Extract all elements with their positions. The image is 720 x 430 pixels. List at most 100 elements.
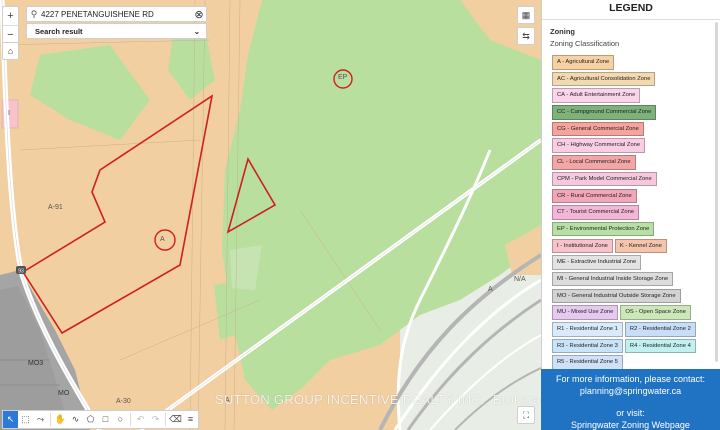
legend-item: A - Agricultural Zone: [552, 55, 615, 70]
legend-item: CL - Local Commercial Zone: [552, 155, 636, 170]
rectangle-tool-button[interactable]: □: [98, 411, 113, 428]
search-result-dropdown[interactable]: Search result ⌄: [26, 23, 207, 39]
svg-text:93: 93: [18, 269, 24, 275]
zone-label-a-right: A: [488, 286, 493, 293]
legend-item: R5 - Residential Zone 5: [552, 355, 623, 369]
clear-search-icon[interactable]: ⊗: [192, 8, 206, 21]
settings-icon: ≡: [187, 414, 194, 424]
swap-icon: ⇆: [522, 31, 530, 41]
legend-item: MO - General Industrial Outside Storage …: [552, 288, 681, 304]
legend-item: EP - Environmental Protection Zone: [552, 221, 655, 237]
search-result-label: Search result: [35, 26, 83, 36]
legend-item: CT - Tourist Commercial Zone: [552, 205, 640, 220]
map-canvas[interactable]: 93: [0, 0, 541, 430]
undo-icon: ↶: [136, 414, 145, 424]
legend-item: CC - Campground Commercial Zone: [552, 105, 657, 120]
legend-row: ME - Extractive Industrial Zone: [552, 255, 704, 272]
drawing-toolbar: ↖ ⬚ ⤳ ✋ ∿ ⬠ □ ○ ↶ ↷ ⌫ ≡: [2, 410, 199, 429]
legend-row: CC - Campground Commercial Zone: [552, 105, 704, 122]
basemap-toggle-button[interactable]: ⇆: [517, 27, 535, 45]
legend-item: R1 - Residential Zone 1: [552, 322, 623, 337]
info-webpage-link[interactable]: Springwater Zoning Webpage: [541, 419, 720, 430]
fullscreen-button[interactable]: ⛶: [517, 406, 535, 424]
info-email-link[interactable]: planning@springwater.ca: [541, 385, 720, 397]
search-box[interactable]: ⚲ 4227 PENETANGUISHENE RD ⊗: [26, 6, 207, 22]
erase-tool-button[interactable]: ⌫: [168, 411, 183, 428]
home-button[interactable]: ⌂: [2, 42, 19, 60]
legend-row: R3 - Residential Zone 3 R4 - Residential …: [552, 338, 704, 356]
legend-item: OS - Open Space Zone: [620, 305, 691, 320]
legend-list[interactable]: A - Agricultural Zone AC - Agricultural C…: [552, 55, 704, 369]
legend-row: CL - Local Commercial Zone: [552, 155, 704, 172]
zoom-out-button[interactable]: −: [3, 25, 18, 43]
zone-label-ep: EP: [338, 74, 348, 81]
legend-row: CT - Tourist Commercial Zone: [552, 205, 704, 222]
circle-tool-button[interactable]: ○: [113, 411, 128, 428]
layer-list-button[interactable]: ▦: [517, 6, 535, 24]
legend-row: R5 - Residential Zone 5: [552, 355, 704, 369]
polygon-icon: ⬠: [86, 414, 95, 424]
map-view[interactable]: 93 EP A A-91 A-30 MO MO3 I N/A A A SUTTO…: [0, 0, 541, 430]
search-icon: ⚲: [30, 8, 38, 19]
pan-tool-button[interactable]: ✋: [53, 411, 68, 428]
legend-item: AC - Agricultural Consolidation Zone: [552, 71, 656, 87]
select-rect-tool-button[interactable]: ⬚: [18, 411, 33, 428]
info-panel: For more information, please contact: pl…: [541, 369, 720, 430]
lasso-tool-button[interactable]: ⤳: [33, 411, 48, 428]
polyline-tool-button[interactable]: ∿: [68, 411, 83, 428]
legend-scrollbar[interactable]: [715, 22, 718, 362]
hand-icon: ✋: [54, 414, 67, 424]
undo-button[interactable]: ↶: [133, 411, 148, 428]
zone-label-na: N/A: [514, 276, 526, 283]
redo-button[interactable]: ↷: [148, 411, 163, 428]
legend-item: MU - Mixed Use Zone: [552, 305, 619, 320]
rectangle-icon: □: [102, 414, 109, 424]
lasso-icon: ⤳: [36, 414, 45, 424]
search-input[interactable]: 4227 PENETANGUISHENE RD: [41, 10, 192, 19]
redo-icon: ↷: [151, 414, 160, 424]
select-box-icon: ⬚: [21, 414, 30, 424]
legend-row: CH - Highway Commercial Zone: [552, 138, 704, 155]
legend-row: MO - General Industrial Outside Storage …: [552, 288, 704, 306]
legend-heading: Zoning: [550, 27, 575, 36]
watermark: SUTTON GROUP INCENTIVE REALTY INC., Brok…: [215, 392, 541, 407]
legend-row: CG - General Commercial Zone: [552, 121, 704, 139]
zone-label-i: I: [8, 110, 10, 117]
zone-label-mo: MO: [58, 390, 70, 397]
info-line-contact: For more information, please contact:: [555, 374, 706, 384]
zoom-in-button[interactable]: +: [3, 7, 18, 25]
info-line-visit: or visit:: [616, 408, 645, 418]
legend-panel: LEGEND Zoning Zoning Classification A - …: [541, 0, 720, 430]
zone-label-a91: A-91: [48, 204, 63, 211]
zoom-controls: + −: [2, 6, 19, 44]
legend-row: MI - General Industrial Inside Storage Z…: [552, 271, 704, 289]
legend-row: MU - Mixed Use Zone OS - Open Space Zone: [552, 305, 704, 322]
legend-item: CPM - Park Model Commercial Zone: [552, 171, 657, 187]
polygon-tool-button[interactable]: ⬠: [83, 411, 98, 428]
legend-item: R3 - Residential Zone 3: [552, 338, 623, 354]
settings-button[interactable]: ≡: [183, 411, 198, 428]
legend-row: CA - Adult Entertainment Zone: [552, 88, 704, 105]
legend-title: LEGEND: [542, 0, 720, 20]
legend-row: A - Agricultural Zone: [552, 55, 704, 72]
legend-row: R1 - Residential Zone 1 R2 - Residential …: [552, 322, 704, 339]
legend-item: R4 - Residential Zone 4: [624, 338, 696, 354]
legend-item: CA - Adult Entertainment Zone: [552, 88, 641, 103]
legend-item: MI - General Industrial Inside Storage Z…: [552, 271, 674, 287]
polyline-icon: ∿: [71, 414, 80, 424]
chevron-down-icon: ⌄: [193, 26, 200, 36]
legend-item: CG - General Commercial Zone: [552, 121, 644, 137]
legend-row: EP - Environmental Protection Zone: [552, 221, 704, 239]
legend-item: K - Kennel Zone: [614, 238, 667, 254]
pointer-icon: ↖: [6, 414, 15, 424]
legend-item: I - Institutional Zone: [552, 238, 613, 254]
home-icon: ⌂: [7, 46, 14, 56]
select-tool-button[interactable]: ↖: [3, 411, 18, 428]
zone-label-mo3: MO3: [28, 360, 44, 367]
zone-label-a30: A-30: [116, 398, 131, 405]
zone-label-a: A: [160, 236, 165, 243]
legend-row: CPM - Park Model Commercial Zone: [552, 171, 704, 189]
circle-icon: ○: [117, 414, 124, 424]
layers-icon: ▦: [521, 10, 531, 20]
legend-item: R2 - Residential Zone 2: [624, 322, 696, 337]
